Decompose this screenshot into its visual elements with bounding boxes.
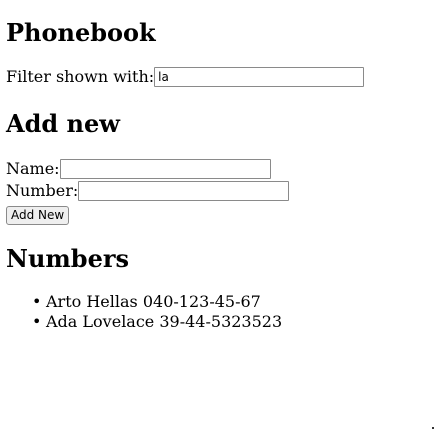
numbers-heading: Numbers [6, 244, 129, 273]
bullet-icon: • [32, 292, 42, 311]
entry-text: Arto Hellas 040-123-45-67 [46, 292, 261, 311]
name-row: Name: [6, 158, 271, 180]
filter-row: Filter shown with: [6, 67, 365, 87]
entry-text: Ada Lovelace 39-44-5323523 [46, 312, 283, 331]
name-input[interactable] [59, 159, 271, 179]
add-new-heading: Add new [6, 109, 120, 138]
numbers-list: • Arto Hellas 040-123-45-67 • Ada Lovela… [6, 292, 282, 332]
list-item: • Ada Lovelace 39-44-5323523 [32, 312, 283, 332]
button-row: Add New [6, 204, 70, 225]
bullet-icon: • [32, 312, 42, 331]
corner-dot [432, 427, 434, 429]
filter-label: Filter shown with: [6, 67, 155, 86]
filter-input[interactable] [154, 67, 365, 87]
page-title: Phonebook [6, 18, 156, 47]
list-item: • Arto Hellas 040-123-45-67 [32, 292, 282, 312]
number-label: Number: [6, 181, 79, 200]
number-input[interactable] [78, 181, 290, 201]
add-new-button[interactable]: Add New [6, 206, 70, 225]
number-row: Number: [6, 180, 290, 202]
name-label: Name: [6, 159, 60, 178]
